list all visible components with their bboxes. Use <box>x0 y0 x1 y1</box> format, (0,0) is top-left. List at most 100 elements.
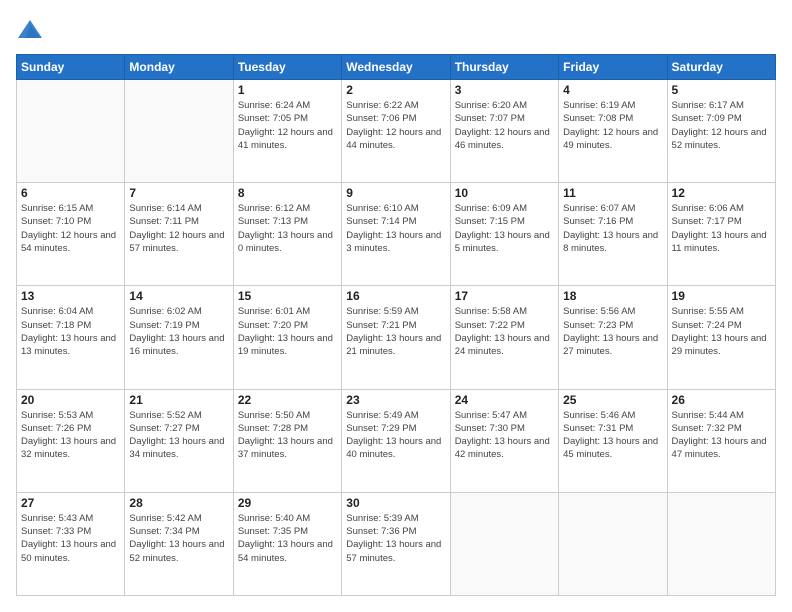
calendar-header-wednesday: Wednesday <box>342 55 450 80</box>
calendar-header-sunday: Sunday <box>17 55 125 80</box>
day-info: Sunrise: 5:39 AM Sunset: 7:36 PM Dayligh… <box>346 512 445 565</box>
day-number: 18 <box>563 289 662 303</box>
calendar-cell: 13 Sunrise: 6:04 AM Sunset: 7:18 PM Dayli… <box>17 286 125 389</box>
day-number: 8 <box>238 186 337 200</box>
day-number: 2 <box>346 83 445 97</box>
day-number: 15 <box>238 289 337 303</box>
day-number: 29 <box>238 496 337 510</box>
day-info: Sunrise: 6:19 AM Sunset: 7:08 PM Dayligh… <box>563 99 662 152</box>
day-info: Sunrise: 5:55 AM Sunset: 7:24 PM Dayligh… <box>672 305 771 358</box>
day-info: Sunrise: 6:24 AM Sunset: 7:05 PM Dayligh… <box>238 99 337 152</box>
day-info: Sunrise: 5:42 AM Sunset: 7:34 PM Dayligh… <box>129 512 228 565</box>
day-number: 23 <box>346 393 445 407</box>
calendar-header-tuesday: Tuesday <box>233 55 341 80</box>
calendar-cell <box>559 492 667 595</box>
day-number: 6 <box>21 186 120 200</box>
day-number: 11 <box>563 186 662 200</box>
day-info: Sunrise: 6:17 AM Sunset: 7:09 PM Dayligh… <box>672 99 771 152</box>
calendar-cell: 26 Sunrise: 5:44 AM Sunset: 7:32 PM Dayli… <box>667 389 775 492</box>
calendar-cell: 24 Sunrise: 5:47 AM Sunset: 7:30 PM Dayli… <box>450 389 558 492</box>
calendar-cell: 7 Sunrise: 6:14 AM Sunset: 7:11 PM Daylig… <box>125 183 233 286</box>
day-info: Sunrise: 5:50 AM Sunset: 7:28 PM Dayligh… <box>238 409 337 462</box>
calendar-week-row: 20 Sunrise: 5:53 AM Sunset: 7:26 PM Dayli… <box>17 389 776 492</box>
calendar-cell: 3 Sunrise: 6:20 AM Sunset: 7:07 PM Daylig… <box>450 80 558 183</box>
calendar-header-monday: Monday <box>125 55 233 80</box>
calendar-cell: 15 Sunrise: 6:01 AM Sunset: 7:20 PM Dayli… <box>233 286 341 389</box>
calendar-cell: 17 Sunrise: 5:58 AM Sunset: 7:22 PM Dayli… <box>450 286 558 389</box>
day-number: 7 <box>129 186 228 200</box>
day-number: 20 <box>21 393 120 407</box>
day-info: Sunrise: 6:07 AM Sunset: 7:16 PM Dayligh… <box>563 202 662 255</box>
logo-icon <box>16 16 44 44</box>
day-info: Sunrise: 5:47 AM Sunset: 7:30 PM Dayligh… <box>455 409 554 462</box>
calendar-cell: 5 Sunrise: 6:17 AM Sunset: 7:09 PM Daylig… <box>667 80 775 183</box>
calendar-header-thursday: Thursday <box>450 55 558 80</box>
calendar-week-row: 1 Sunrise: 6:24 AM Sunset: 7:05 PM Daylig… <box>17 80 776 183</box>
day-info: Sunrise: 6:10 AM Sunset: 7:14 PM Dayligh… <box>346 202 445 255</box>
day-info: Sunrise: 5:49 AM Sunset: 7:29 PM Dayligh… <box>346 409 445 462</box>
calendar-cell: 16 Sunrise: 5:59 AM Sunset: 7:21 PM Dayli… <box>342 286 450 389</box>
day-number: 26 <box>672 393 771 407</box>
day-number: 17 <box>455 289 554 303</box>
day-info: Sunrise: 5:56 AM Sunset: 7:23 PM Dayligh… <box>563 305 662 358</box>
day-info: Sunrise: 6:02 AM Sunset: 7:19 PM Dayligh… <box>129 305 228 358</box>
calendar-cell: 10 Sunrise: 6:09 AM Sunset: 7:15 PM Dayli… <box>450 183 558 286</box>
calendar-cell: 20 Sunrise: 5:53 AM Sunset: 7:26 PM Dayli… <box>17 389 125 492</box>
day-info: Sunrise: 5:53 AM Sunset: 7:26 PM Dayligh… <box>21 409 120 462</box>
calendar-cell <box>17 80 125 183</box>
day-info: Sunrise: 6:22 AM Sunset: 7:06 PM Dayligh… <box>346 99 445 152</box>
day-number: 13 <box>21 289 120 303</box>
day-number: 21 <box>129 393 228 407</box>
calendar-cell: 8Sunrise: 6:12 AM Sunset: 7:13 PM Daylig… <box>233 183 341 286</box>
calendar-cell: 2 Sunrise: 6:22 AM Sunset: 7:06 PM Daylig… <box>342 80 450 183</box>
calendar-cell: 1 Sunrise: 6:24 AM Sunset: 7:05 PM Daylig… <box>233 80 341 183</box>
calendar-week-row: 6 Sunrise: 6:15 AM Sunset: 7:10 PM Daylig… <box>17 183 776 286</box>
day-info: Sunrise: 5:52 AM Sunset: 7:27 PM Dayligh… <box>129 409 228 462</box>
day-info: Sunrise: 6:04 AM Sunset: 7:18 PM Dayligh… <box>21 305 120 358</box>
calendar-cell <box>450 492 558 595</box>
calendar-cell: 4 Sunrise: 6:19 AM Sunset: 7:08 PM Daylig… <box>559 80 667 183</box>
calendar-cell: 18 Sunrise: 5:56 AM Sunset: 7:23 PM Dayli… <box>559 286 667 389</box>
day-info: Sunrise: 6:20 AM Sunset: 7:07 PM Dayligh… <box>455 99 554 152</box>
day-number: 25 <box>563 393 662 407</box>
calendar-table: SundayMondayTuesdayWednesdayThursdayFrid… <box>16 54 776 596</box>
day-info: Sunrise: 6:15 AM Sunset: 7:10 PM Dayligh… <box>21 202 120 255</box>
calendar-cell: 6 Sunrise: 6:15 AM Sunset: 7:10 PM Daylig… <box>17 183 125 286</box>
calendar-cell: 9 Sunrise: 6:10 AM Sunset: 7:14 PM Daylig… <box>342 183 450 286</box>
day-number: 3 <box>455 83 554 97</box>
day-number: 28 <box>129 496 228 510</box>
calendar-cell: 22 Sunrise: 5:50 AM Sunset: 7:28 PM Dayli… <box>233 389 341 492</box>
day-number: 16 <box>346 289 445 303</box>
day-number: 14 <box>129 289 228 303</box>
day-info: Sunrise: 5:58 AM Sunset: 7:22 PM Dayligh… <box>455 305 554 358</box>
day-number: 1 <box>238 83 337 97</box>
calendar-header-row: SundayMondayTuesdayWednesdayThursdayFrid… <box>17 55 776 80</box>
day-info: Sunrise: 5:44 AM Sunset: 7:32 PM Dayligh… <box>672 409 771 462</box>
calendar-cell: 23 Sunrise: 5:49 AM Sunset: 7:29 PM Dayli… <box>342 389 450 492</box>
day-number: 5 <box>672 83 771 97</box>
day-number: 12 <box>672 186 771 200</box>
day-info: Sunrise: 6:14 AM Sunset: 7:11 PM Dayligh… <box>129 202 228 255</box>
calendar-cell: 28 Sunrise: 5:42 AM Sunset: 7:34 PM Dayli… <box>125 492 233 595</box>
calendar-cell <box>125 80 233 183</box>
day-number: 22 <box>238 393 337 407</box>
header <box>16 16 776 44</box>
calendar-cell: 19 Sunrise: 5:55 AM Sunset: 7:24 PM Dayli… <box>667 286 775 389</box>
day-number: 4 <box>563 83 662 97</box>
day-number: 10 <box>455 186 554 200</box>
calendar-week-row: 27Sunrise: 5:43 AM Sunset: 7:33 PM Dayli… <box>17 492 776 595</box>
day-info: Sunrise: 6:01 AM Sunset: 7:20 PM Dayligh… <box>238 305 337 358</box>
day-info: Sunrise: 6:06 AM Sunset: 7:17 PM Dayligh… <box>672 202 771 255</box>
calendar-cell: 21 Sunrise: 5:52 AM Sunset: 7:27 PM Dayli… <box>125 389 233 492</box>
day-info: Sunrise: 5:40 AM Sunset: 7:35 PM Dayligh… <box>238 512 337 565</box>
calendar-cell: 14 Sunrise: 6:02 AM Sunset: 7:19 PM Dayli… <box>125 286 233 389</box>
calendar-cell: 30Sunrise: 5:39 AM Sunset: 7:36 PM Dayli… <box>342 492 450 595</box>
day-info: Sunrise: 5:59 AM Sunset: 7:21 PM Dayligh… <box>346 305 445 358</box>
calendar-week-row: 13 Sunrise: 6:04 AM Sunset: 7:18 PM Dayli… <box>17 286 776 389</box>
day-number: 19 <box>672 289 771 303</box>
page: SundayMondayTuesdayWednesdayThursdayFrid… <box>0 0 792 612</box>
day-number: 24 <box>455 393 554 407</box>
day-info: Sunrise: 6:09 AM Sunset: 7:15 PM Dayligh… <box>455 202 554 255</box>
calendar-cell: 11 Sunrise: 6:07 AM Sunset: 7:16 PM Dayli… <box>559 183 667 286</box>
day-number: 9 <box>346 186 445 200</box>
